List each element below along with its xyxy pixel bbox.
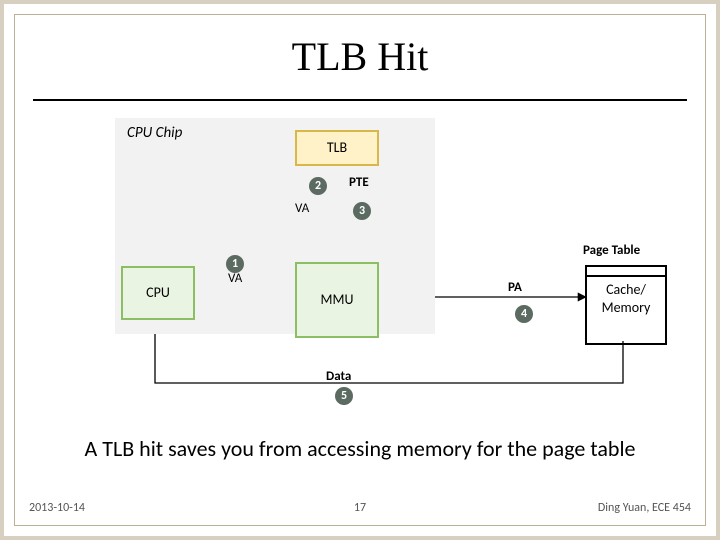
cache-line1: Cache/ <box>606 281 646 298</box>
caption-text: A TLB hit saves you from accessing memor… <box>15 435 705 462</box>
mmu-block: MMU <box>295 262 379 338</box>
step-5-marker: 5 <box>335 387 353 405</box>
slide-frame: TLB Hit CPU Chip TLB CPU MMU Page Table … <box>0 0 720 540</box>
cache-line2: Memory <box>602 299 651 316</box>
cpu-chip-label: CPU Chip <box>127 124 182 142</box>
tlb-block: TLB <box>295 130 379 166</box>
pte-label: PTE <box>349 175 369 190</box>
cpu-block: CPU <box>121 266 195 320</box>
va-label-1: VA <box>228 271 242 286</box>
data-label: Data <box>326 369 351 384</box>
step-4-marker: 4 <box>515 305 533 323</box>
cpu-chip-region: CPU Chip TLB CPU MMU <box>115 118 435 334</box>
cache-memory-block: Cache/ Memory <box>585 275 667 345</box>
slide-inner: TLB Hit CPU Chip TLB CPU MMU Page Table … <box>14 14 706 526</box>
page-table-label: Page Table <box>583 243 640 258</box>
va-label-2: VA <box>295 201 309 216</box>
footer-credit: Ding Yuan, ECE 454 <box>598 501 691 515</box>
pa-label: PA <box>508 280 522 295</box>
step-3-marker: 3 <box>353 202 371 220</box>
step-2-marker: 2 <box>309 177 327 195</box>
